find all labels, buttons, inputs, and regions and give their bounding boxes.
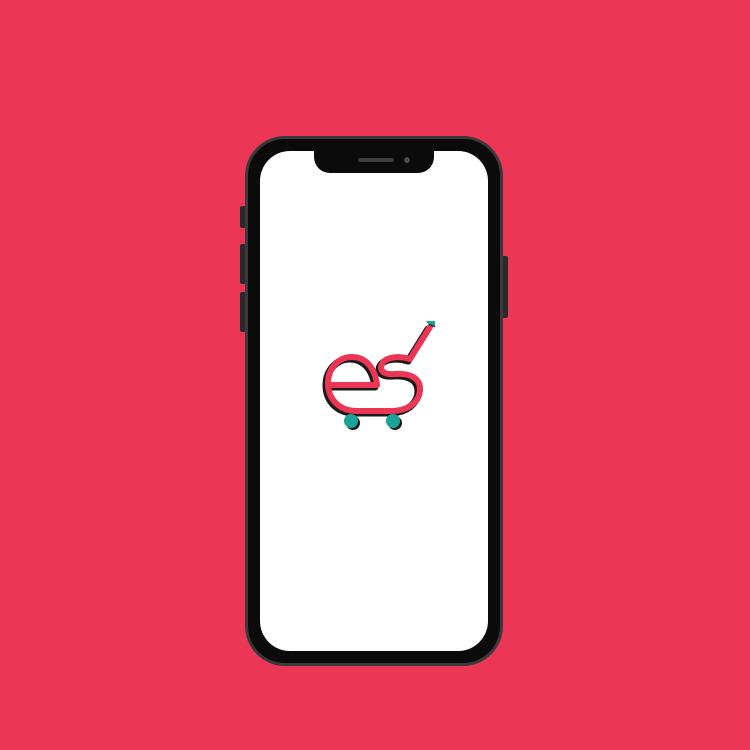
phone-frame bbox=[245, 136, 503, 666]
speaker-grille bbox=[358, 158, 394, 162]
phone-device bbox=[240, 136, 508, 666]
shopping-cart-es-logo-icon bbox=[322, 321, 435, 430]
phone-screen bbox=[260, 151, 488, 651]
phone-notch bbox=[314, 151, 434, 173]
front-camera-icon bbox=[404, 157, 410, 163]
page-background bbox=[0, 0, 750, 750]
